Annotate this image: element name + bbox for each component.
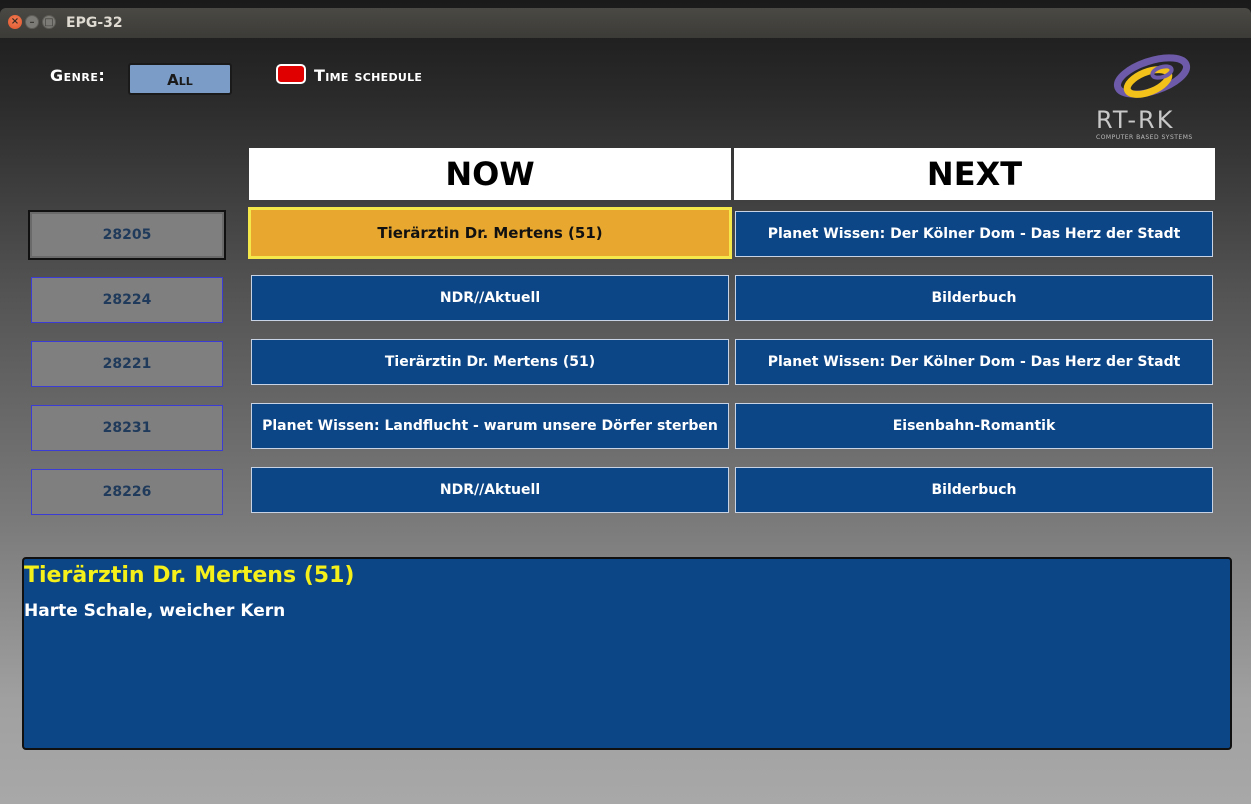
next-program-cell[interactable]: Bilderbuch <box>735 467 1213 513</box>
next-program-cell[interactable]: Planet Wissen: Der Kölner Dom - Das Herz… <box>735 211 1213 257</box>
genre-label: Genre: <box>50 66 106 85</box>
minimize-icon: – <box>29 17 35 28</box>
logo-subtext: COMPUTER BASED SYSTEMS <box>1096 134 1193 141</box>
next-program-cell[interactable]: Bilderbuch <box>735 275 1213 321</box>
details-title: Tierärztin Dr. Mertens (51) <box>24 563 355 588</box>
now-column-header: NOW <box>249 148 731 200</box>
channel-button[interactable]: 28205 <box>28 210 226 260</box>
window-title: EPG-32 <box>66 15 123 31</box>
channel-button[interactable]: 28231 <box>31 405 223 451</box>
now-program-cell[interactable]: Tierärztin Dr. Mertens (51) <box>248 207 732 259</box>
title-bar: × – □ EPG-32 <box>0 8 1251 38</box>
channel-button[interactable]: 28224 <box>31 277 223 323</box>
now-program-cell[interactable]: Tierärztin Dr. Mertens (51) <box>251 339 729 385</box>
maximize-window-button[interactable]: □ <box>42 15 56 29</box>
genre-select-button[interactable]: All <box>128 63 232 95</box>
maximize-icon: □ <box>44 17 54 28</box>
epg-window: × – □ EPG-32 Genre: All Time schedule RT… <box>0 0 1251 804</box>
channel-button[interactable]: 28226 <box>31 469 223 515</box>
close-icon: × <box>10 16 20 27</box>
red-key-icon[interactable] <box>276 64 306 84</box>
minimize-window-button[interactable]: – <box>25 15 39 29</box>
now-program-cell[interactable]: NDR//Aktuell <box>251 275 729 321</box>
now-program-cell[interactable]: NDR//Aktuell <box>251 467 729 513</box>
next-program-cell[interactable]: Eisenbahn-Romantik <box>735 403 1213 449</box>
channel-button[interactable]: 28221 <box>31 341 223 387</box>
next-column-header: NEXT <box>734 148 1215 200</box>
program-details-panel: Tierärztin Dr. Mertens (51) Harte Schale… <box>22 557 1232 750</box>
details-description: Harte Schale, weicher Kern <box>24 601 286 621</box>
close-window-button[interactable]: × <box>8 15 22 29</box>
logo-text: RT-RK <box>1096 106 1175 134</box>
now-program-cell[interactable]: Planet Wissen: Landflucht - warum unsere… <box>251 403 729 449</box>
next-program-cell[interactable]: Planet Wissen: Der Kölner Dom - Das Herz… <box>735 339 1213 385</box>
time-schedule-label[interactable]: Time schedule <box>314 66 422 85</box>
